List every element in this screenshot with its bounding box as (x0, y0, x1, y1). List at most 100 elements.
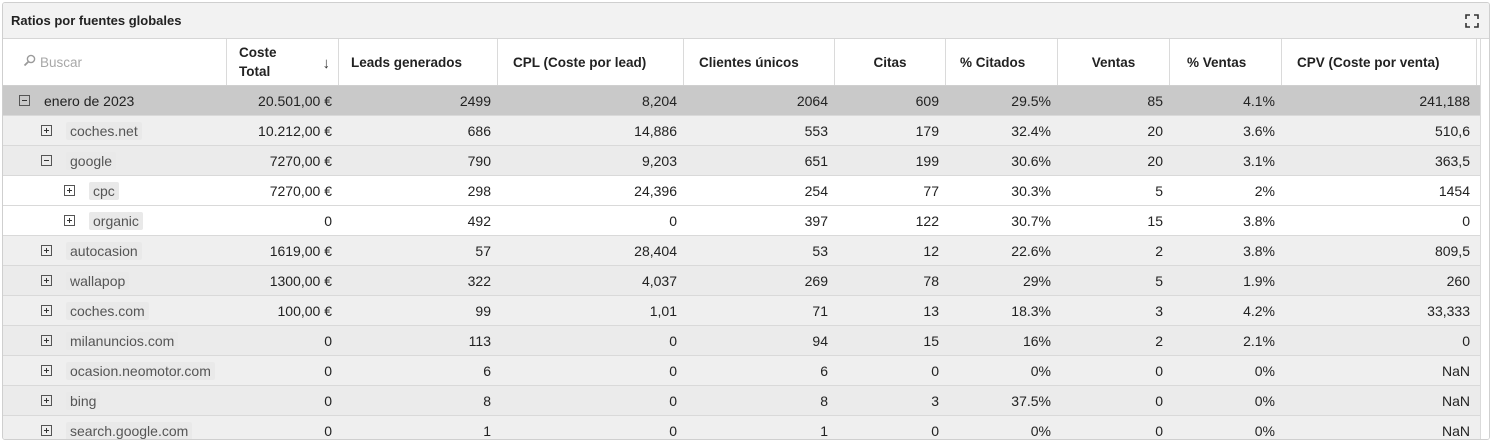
row-label: coches.net (66, 121, 142, 140)
column-header-cpv[interactable]: CPV (Coste por venta) (1282, 39, 1477, 85)
table-cell: 790 (467, 152, 491, 169)
table-cell: 0 (324, 332, 332, 349)
table-cell: 0 (324, 392, 332, 409)
table-row[interactable]: enero de 2023 20.501,00 € 2499 8,204 2064 609… (3, 86, 1489, 116)
column-header-cpl[interactable]: CPL (Coste por lead) (498, 39, 684, 85)
row-label: milanuncios.com (66, 331, 179, 350)
table-cell: 30.6% (1011, 152, 1051, 169)
table-row[interactable]: cpc 7270,00 € 298 24,396 254 77 30.3% 5 2% 1454 (3, 176, 1489, 206)
table-row[interactable]: autocasion 1619,00 € 57 28,404 53 12 22.6% 2 3.8… (3, 236, 1489, 266)
expand-icon[interactable] (41, 305, 52, 316)
column-header-pct-citados[interactable]: % Citados (946, 39, 1058, 85)
table-row[interactable]: ocasion.neomotor.com 0 6 0 6 0 0% 0 0% NaN (3, 356, 1489, 386)
table-cell: 94 (812, 332, 828, 349)
table-cell: 29.5% (1011, 92, 1051, 109)
table-cell: 0 (324, 362, 332, 379)
table-cell: 0 (324, 422, 332, 439)
table-cell: 57 (475, 242, 491, 259)
expand-icon[interactable] (41, 395, 52, 406)
horizontal-scroll-edge (1480, 39, 1489, 439)
table-row[interactable]: bing 0 8 0 8 3 37.5% 0 0% NaN (3, 386, 1489, 416)
table-row[interactable]: search.google.com 0 1 0 1 0 0% 0 0% NaN (3, 416, 1489, 439)
table-cell: 18.3% (1011, 302, 1051, 319)
expand-icon[interactable] (41, 425, 52, 436)
table-cell: 0 (669, 392, 677, 409)
expand-icon[interactable] (64, 185, 75, 196)
table-row[interactable]: google 7270,00 € 790 9,203 651 199 30.6% 20 3.1%… (3, 146, 1489, 176)
table-cell: 4,037 (641, 272, 677, 289)
table-cell: 14,886 (634, 122, 677, 139)
table-cell: 7270,00 € (269, 182, 332, 199)
expand-icon[interactable] (41, 125, 52, 136)
table-cell: 28,404 (634, 242, 677, 259)
table-cell: 179 (915, 122, 939, 139)
table-cell: 0% (1254, 362, 1275, 379)
table-cell: 1.9% (1243, 272, 1275, 289)
row-header: enero de 2023 (3, 86, 227, 115)
expand-icon[interactable] (41, 245, 52, 256)
row-label: coches.com (66, 301, 149, 320)
expand-icon[interactable] (41, 365, 52, 376)
table-cell: 1619,00 € (269, 242, 332, 259)
column-header-label: CPL (Coste por lead) (513, 54, 647, 70)
row-header: organic (3, 206, 227, 235)
expand-icon[interactable] (64, 215, 75, 226)
table-cell: 0% (1254, 392, 1275, 409)
table-cell: NaN (1441, 422, 1470, 439)
table-cell: 510,6 (1434, 122, 1470, 139)
expand-icon[interactable] (41, 275, 52, 286)
table-cell: 0% (1030, 362, 1051, 379)
table-row[interactable]: organic 0 492 0 397 122 30.7% 15 3.8% 0 (3, 206, 1489, 236)
table-cell: 3 (931, 392, 939, 409)
table-cell: 199 (915, 152, 939, 169)
row-header: google (3, 146, 227, 175)
table-cell: 0 (1155, 362, 1163, 379)
row-label: bing (66, 391, 101, 410)
column-header-label: Citas (873, 54, 907, 70)
table-cell: 809,5 (1434, 242, 1470, 259)
table-row[interactable]: milanuncios.com 0 113 0 94 15 16% 2 2.1% 0 (3, 326, 1489, 356)
table-cell: 5 (1155, 182, 1163, 199)
table-cell: 0 (669, 362, 677, 379)
table-row[interactable]: coches.net 10.212,00 € 686 14,886 553 179 32.4… (3, 116, 1489, 146)
row-label: cpc (89, 181, 119, 200)
table-cell: 0 (931, 422, 939, 439)
table-cell: 686 (467, 122, 491, 139)
table-cell: 9,203 (641, 152, 677, 169)
column-header-ventas[interactable]: Ventas (1058, 39, 1170, 85)
table-cell: 15 (1147, 212, 1163, 229)
row-header: coches.net (3, 116, 227, 145)
table-row[interactable]: wallapop 1300,00 € 322 4,037 269 78 29% 5 1.9% 26… (3, 266, 1489, 296)
table-cell: 0 (1462, 212, 1470, 229)
table-cell: 322 (467, 272, 491, 289)
fullscreen-icon[interactable] (1465, 13, 1479, 28)
column-header-pct-ventas[interactable]: % Ventas (1170, 39, 1282, 85)
column-header-coste-total[interactable]: Coste Total ↓ (227, 39, 339, 85)
table-cell: 53 (812, 242, 828, 259)
table-cell: 2.1% (1243, 332, 1275, 349)
search-icon (23, 54, 36, 70)
row-label: organic (89, 211, 143, 230)
sort-desc-icon[interactable]: ↓ (323, 54, 331, 73)
table-row[interactable]: coches.com 100,00 € 99 1,01 71 13 18.3% 3 4.2% 33… (3, 296, 1489, 326)
table-cell: 30.7% (1011, 212, 1051, 229)
expand-icon[interactable] (41, 335, 52, 346)
collapse-icon[interactable] (41, 155, 52, 166)
table-cell: 298 (467, 182, 491, 199)
table-cell: 2% (1254, 182, 1275, 199)
table-cell: 651 (804, 152, 828, 169)
table-cell: 0 (669, 212, 677, 229)
column-header-citas[interactable]: Citas (835, 39, 946, 85)
table-cell: NaN (1441, 362, 1470, 379)
table-cell: 1300,00 € (269, 272, 332, 289)
collapse-icon[interactable] (19, 95, 30, 106)
row-header: wallapop (3, 266, 227, 295)
table-cell: 8,204 (641, 92, 677, 109)
table-cell: 1,01 (649, 302, 677, 319)
column-header-leads[interactable]: Leads generados (339, 39, 498, 85)
table-cell: 100,00 € (277, 302, 333, 319)
table-cell: 0% (1254, 422, 1275, 439)
column-header-clientes[interactable]: Clientes únicos (684, 39, 835, 85)
search-field[interactable]: Buscar (3, 39, 227, 85)
table-cell: 2 (1155, 332, 1163, 349)
